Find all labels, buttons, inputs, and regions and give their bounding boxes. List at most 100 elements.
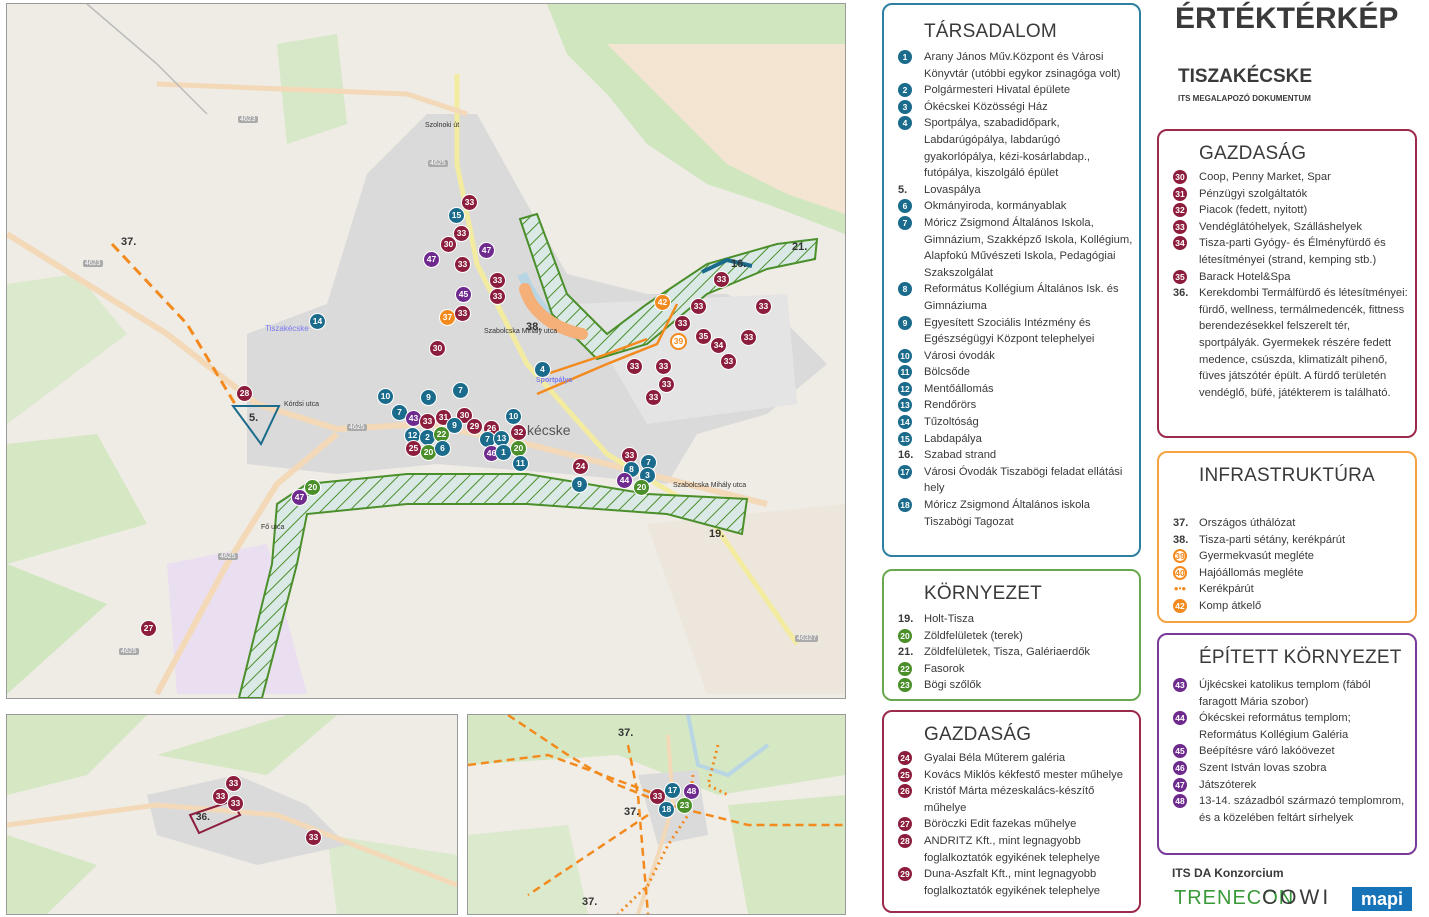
map-marker-7[interactable]: 7 bbox=[452, 382, 469, 399]
map-marker-33[interactable]: 33 bbox=[674, 315, 691, 332]
map-marker-44[interactable]: 44 bbox=[616, 472, 633, 489]
panel-epitett: ÉPÍTETT KÖRNYEZET 43 Újkécskei katolikus … bbox=[1157, 633, 1417, 855]
legend-item: 30 Coop, Penny Market, Spar bbox=[1173, 169, 1411, 186]
map-marker-9[interactable]: 9 bbox=[420, 389, 437, 406]
road-4623-b: 4623 bbox=[83, 260, 103, 267]
legend-marker-icon: 42 bbox=[1173, 598, 1187, 613]
map-marker-42[interactable]: 42 bbox=[654, 294, 671, 311]
legend-marker-icon: 39 bbox=[1173, 549, 1187, 564]
legend-marker-icon: 6 bbox=[898, 199, 912, 214]
legend-text: Okmányiroda, kormányablak bbox=[924, 200, 1067, 213]
map-marker-10[interactable]: 10 bbox=[377, 388, 394, 405]
map-marker-30[interactable]: 30 bbox=[440, 236, 457, 253]
map-marker-18[interactable]: 18 bbox=[658, 801, 675, 818]
map-marker-33[interactable]: 33 bbox=[454, 305, 471, 322]
map-marker-33[interactable]: 33 bbox=[489, 288, 506, 305]
map-marker-32[interactable]: 32 bbox=[510, 424, 527, 441]
map-marker-33[interactable]: 33 bbox=[305, 829, 322, 846]
legend-text: Holt-Tisza bbox=[924, 613, 974, 625]
map-marker-33[interactable]: 33 bbox=[626, 358, 643, 375]
inset-map-1[interactable]: 36. 33 33 33 33 bbox=[6, 714, 458, 915]
inset-map-1-canvas bbox=[7, 715, 457, 914]
legend-marker-icon: 2 bbox=[898, 83, 912, 98]
legend-text: Móricz Zsigmond Általános iskola Tiszabö… bbox=[924, 499, 1091, 528]
map-marker-28[interactable]: 28 bbox=[236, 385, 253, 402]
map-marker-23[interactable]: 23 bbox=[676, 797, 693, 814]
legend-text: Vendéglátóhelyek, Szálláshelyek bbox=[1199, 220, 1362, 233]
map-marker-33[interactable]: 33 bbox=[655, 358, 672, 375]
map-marker-30[interactable]: 30 bbox=[429, 340, 446, 357]
legend-marker-icon: 40 bbox=[1173, 565, 1187, 580]
legend-text: Kerekdombi Termálfürdő és létesítményei:… bbox=[1199, 287, 1408, 399]
legend-item: 3 Ókécskei Közösségi Ház bbox=[898, 99, 1135, 116]
map-marker-24[interactable]: 24 bbox=[572, 458, 589, 475]
map-marker-33[interactable]: 33 bbox=[489, 272, 506, 289]
map-marker-33[interactable]: 33 bbox=[720, 353, 737, 370]
legend-marker-icon: 19. bbox=[898, 613, 914, 625]
legend-marker-icon: 11 bbox=[898, 365, 912, 380]
legend-marker-icon: 35 bbox=[1173, 269, 1187, 284]
map-marker-33[interactable]: 33 bbox=[740, 329, 757, 346]
legend-item: 19. Holt-Tisza bbox=[898, 611, 1135, 628]
legend-marker-icon: 27 bbox=[898, 817, 912, 832]
legend-item: 33 Vendéglátóhelyek, Szálláshelyek bbox=[1173, 219, 1411, 236]
map-marker-4[interactable]: 4 bbox=[534, 361, 551, 378]
map-marker-33[interactable]: 33 bbox=[227, 795, 244, 812]
legend-item: 45 Beépítésre váró lakóövezet bbox=[1173, 743, 1411, 760]
legend-item: 46 Szent István lovas szobra bbox=[1173, 760, 1411, 777]
map-marker-17[interactable]: 17 bbox=[664, 782, 681, 799]
map-marker-29[interactable]: 29 bbox=[466, 418, 483, 435]
legend-text: Városi Óvodák Tiszabögi feladat ellátási… bbox=[924, 465, 1123, 495]
map-marker-45[interactable]: 45 bbox=[455, 286, 472, 303]
panel-gazdasag-1: GAZDASÁG 24 Gyalai Béla Műterem galéria 25… bbox=[882, 710, 1141, 913]
legend-text: 13-14. századból származó templomrom, és… bbox=[1199, 795, 1405, 824]
page-title: ÉRTÉKTÉRKÉP bbox=[1175, 2, 1399, 35]
cowi-logo: COWI bbox=[1262, 886, 1332, 909]
map-marker-33[interactable]: 33 bbox=[225, 775, 242, 792]
legend-marker-icon: 8 bbox=[898, 282, 912, 297]
map-marker-15[interactable]: 15 bbox=[448, 207, 465, 224]
map-marker-33[interactable]: 33 bbox=[690, 298, 707, 315]
panel-tarsadalom: TÁRSADALOM 1 Arany János Műv.Központ és V… bbox=[882, 3, 1141, 557]
legend-item: 24 Gyalai Béla Műterem galéria bbox=[898, 750, 1135, 767]
inset-map-2[interactable]: 37. 37. 37. 17 48 33 23 18 bbox=[467, 714, 846, 915]
legend-text: Tisza-parti Gyógy- és Élményfürdő és lét… bbox=[1199, 237, 1386, 266]
map-marker-11[interactable]: 11 bbox=[512, 455, 529, 472]
legend-text: Duna-Aszfalt Kft., mint legnagyobb fogla… bbox=[924, 868, 1101, 897]
map-marker-33[interactable]: 33 bbox=[454, 256, 471, 273]
road-4625: 4625 bbox=[428, 160, 448, 167]
map-marker-39[interactable]: 39 bbox=[670, 333, 687, 350]
sportpalya-label: Sportpálya bbox=[536, 377, 573, 384]
map-marker-33[interactable]: 33 bbox=[755, 298, 772, 315]
map-marker-6[interactable]: 6 bbox=[434, 440, 451, 457]
map-marker-47[interactable]: 47 bbox=[478, 242, 495, 259]
legend-marker-icon: 31 bbox=[1173, 186, 1187, 201]
map-marker-33[interactable]: 33 bbox=[419, 413, 436, 430]
panel-title: GAZDASÁG bbox=[924, 724, 1032, 745]
map-marker-14[interactable]: 14 bbox=[309, 313, 326, 330]
map-marker-34[interactable]: 34 bbox=[710, 337, 727, 354]
map-marker-20[interactable]: 20 bbox=[304, 479, 321, 496]
legend-item: 39 Gyermekvasút megléte bbox=[1173, 548, 1411, 565]
legend-item: 18 Móricz Zsigmond Általános iskola Tisza… bbox=[898, 497, 1135, 530]
map-marker-47[interactable]: 47 bbox=[423, 251, 440, 268]
legend-marker-icon: 17 bbox=[898, 464, 912, 479]
map-marker-33[interactable]: 33 bbox=[713, 271, 730, 288]
legend-text: Polgármesteri Hivatal épülete bbox=[924, 84, 1071, 97]
legend-marker-icon: 47 bbox=[1173, 777, 1187, 792]
legend-marker-icon: 44 bbox=[1173, 711, 1187, 726]
legend-text: Arany János Műv.Központ és Városi Könyvt… bbox=[924, 51, 1121, 80]
legend-item: 11 Bölcsőde bbox=[898, 364, 1135, 381]
legend-item: 10 Városi óvodák bbox=[898, 348, 1135, 365]
legend-item: 25 Kovács Miklós kékfestő mester műhelye bbox=[898, 767, 1135, 784]
map-marker-9[interactable]: 9 bbox=[571, 476, 588, 493]
legend-text: Ókécskei Közösségi Ház bbox=[924, 100, 1048, 113]
map-marker-20[interactable]: 20 bbox=[633, 479, 650, 496]
legend-marker-icon: 3 bbox=[898, 99, 912, 114]
main-map[interactable]: 37. 38. 5. 16. 19. 21. Tiszakécske kécsk… bbox=[6, 3, 846, 699]
map-marker-10[interactable]: 10 bbox=[505, 408, 522, 425]
map-marker-27[interactable]: 27 bbox=[140, 620, 157, 637]
map-marker-33[interactable]: 33 bbox=[658, 376, 675, 393]
map-marker-33[interactable]: 33 bbox=[461, 194, 478, 211]
map-marker-33[interactable]: 33 bbox=[645, 389, 662, 406]
